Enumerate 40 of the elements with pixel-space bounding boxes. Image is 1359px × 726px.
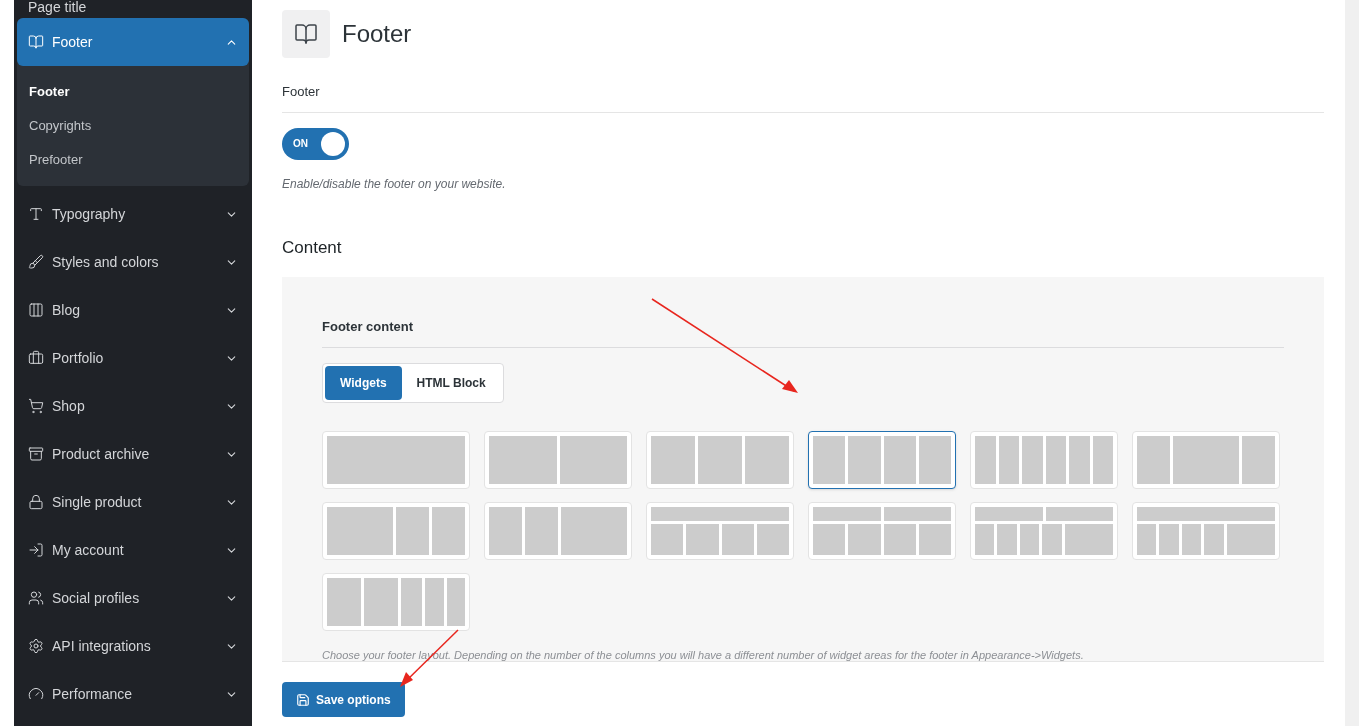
sidebar-item[interactable]: Typography xyxy=(17,190,249,238)
login-icon xyxy=(28,542,44,558)
sidebar-item[interactable]: Performance xyxy=(17,670,249,718)
type-icon xyxy=(28,206,44,222)
briefcase-icon xyxy=(28,350,44,366)
sidebar-item[interactable]: Single product xyxy=(17,478,249,526)
sidebar-item[interactable]: Styles and colors xyxy=(17,238,249,286)
tab[interactable]: HTML Block xyxy=(401,365,501,400)
columns-icon xyxy=(28,302,44,318)
sidebar-item[interactable]: Portfolio xyxy=(17,334,249,382)
layout-option[interactable] xyxy=(808,430,956,489)
sidebar-item[interactable]: Shop xyxy=(17,382,249,430)
gauge-icon xyxy=(28,686,44,702)
section-heading: Content xyxy=(282,236,343,259)
setting-description: Enable/disable the footer on your website. xyxy=(282,175,507,193)
users-icon xyxy=(28,590,44,606)
settings-icon xyxy=(28,638,44,654)
sidebar-item[interactable]: Social profiles xyxy=(17,574,249,622)
archive-icon xyxy=(28,446,44,462)
sidebar-item[interactable]: Footer xyxy=(17,18,249,66)
sidebar-item[interactable]: Page title xyxy=(17,0,249,18)
lock-icon xyxy=(28,494,44,510)
book-icon xyxy=(28,34,44,50)
save-icon xyxy=(296,692,310,707)
panel-label: Footer content xyxy=(322,317,1284,348)
book-icon xyxy=(294,22,318,46)
sidebar-item[interactable]: Product archive xyxy=(17,430,249,478)
submenu-item[interactable]: Prefooter xyxy=(17,143,249,177)
cart-icon xyxy=(28,398,44,414)
toggle-switch[interactable]: ON xyxy=(282,127,349,160)
page-title: Footer xyxy=(342,19,412,49)
submenu-item[interactable]: Copyrights xyxy=(17,109,249,143)
submenu-item[interactable]: Footer xyxy=(17,75,249,109)
brush-icon xyxy=(28,254,44,270)
sidebar-item[interactable]: My account xyxy=(17,526,249,574)
sidebar-item[interactable]: API integrations xyxy=(17,622,249,670)
setting-label: Footer xyxy=(282,82,1324,113)
save-button[interactable]: Save options xyxy=(282,682,405,717)
sidebar-item[interactable]: Blog xyxy=(17,286,249,334)
tab[interactable]: Widgets xyxy=(325,365,402,400)
